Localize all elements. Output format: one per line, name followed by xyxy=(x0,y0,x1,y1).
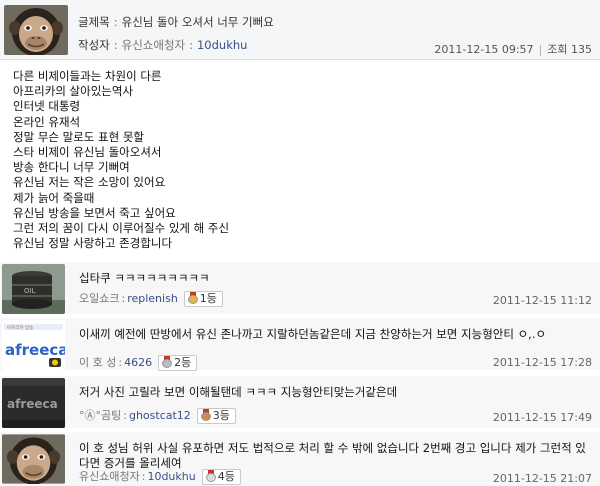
comment-text: 이새끼 예전에 딴방에서 유신 존나까고 지랄하던놈같은데 지금 찬양하는거 보… xyxy=(79,327,547,341)
post-author-line: 작성자: 유신쇼애청자:10dukhu xyxy=(78,37,247,53)
commenter-nick[interactable]: °Ⓐ°곰팅 xyxy=(79,409,121,422)
body-line: 그런 저의 꿈이 다시 이루어질수 있게 해 주신 xyxy=(13,221,230,236)
comment-text: 십타쿠 ㅋㅋㅋㅋㅋㅋㅋㅋㅋ xyxy=(79,271,210,285)
author-separator: : xyxy=(121,292,126,305)
author-separator: : xyxy=(118,356,123,369)
comment-author: 유신쇼애청자:10dukhu 4등 xyxy=(79,468,241,485)
comment-item: 아프리카 방송 afreeca 이새끼 예전에 딴방에서 유신 존나까고 지랄하… xyxy=(0,318,600,371)
comment-date: 2011-12-15 17:28 xyxy=(492,356,592,369)
chimp-avatar-icon xyxy=(2,434,65,484)
commenter-id[interactable]: 10dukhu xyxy=(147,470,195,483)
author-id[interactable]: 10dukhu xyxy=(197,38,247,52)
body-line: 제가 늙어 죽을때 xyxy=(13,190,95,205)
commenter-avatar[interactable] xyxy=(2,434,65,484)
post-body: 다른 비제이들과는 차원이 다른 아프리카의 살아있는역사 인터넷 대통령 온라… xyxy=(13,69,573,251)
commenter-avatar[interactable]: OIL xyxy=(2,264,65,314)
body-line: 유신님 방송을 보면서 죽고 싶어요 xyxy=(13,205,176,220)
commenter-avatar[interactable]: afreeca xyxy=(2,378,65,428)
title-colon: : xyxy=(113,15,118,29)
post-header: 글제목: 유신님 돌아 오셔서 너무 기뻐요 작성자: 유신쇼애청자:10dukhu… xyxy=(0,0,600,60)
author-separator: : xyxy=(189,38,193,52)
body-line: 유신님 정말 사랑하고 존경합니다 xyxy=(13,236,173,251)
comment-item: afreeca 저거 사진 고릴라 보면 이해될탠데 ㅋㅋㅋ 지능형안티맞는거같… xyxy=(0,376,600,428)
comment-date: 2011-12-15 21:07 xyxy=(492,472,592,485)
commenter-nick[interactable]: 이 호 성 xyxy=(79,356,116,369)
body-line: 유신님 저는 작은 소망이 있어요 xyxy=(13,175,166,190)
author-separator: : xyxy=(141,470,146,483)
post-date-line: 2011-12-15 09:57 | 조회 135 xyxy=(434,41,592,57)
rank-badge: 4등 xyxy=(201,469,241,485)
svg-text:afreeca: afreeca xyxy=(5,341,65,359)
author-nick[interactable]: 유신쇼애청자 xyxy=(122,38,185,52)
rank-badge: 3등 xyxy=(196,408,236,424)
comment-date: 2011-12-15 11:12 xyxy=(492,294,592,307)
comment-text: 이 호 성님 허위 사실 유포하면 저도 법적으로 처리 할 수 밖에 없습니다… xyxy=(79,441,586,470)
date-divider: | xyxy=(538,43,543,56)
rank-badge: 1등 xyxy=(183,291,223,307)
body-line: 방송 한다니 너무 기뻐여 xyxy=(13,160,130,175)
commenter-nick[interactable]: 오일쇼크 xyxy=(79,292,119,305)
views-count: 135 xyxy=(571,43,592,56)
title-label: 글제목 xyxy=(78,15,110,29)
afreeca-logo-icon: 아프리카 방송 afreeca xyxy=(2,320,65,370)
body-line: 다른 비제이들과는 차원이 다른 xyxy=(13,69,162,83)
author-label: 작성자 xyxy=(78,38,110,52)
body-line: 온라인 유재석 xyxy=(13,114,81,129)
commenter-id[interactable]: 4626 xyxy=(124,356,152,369)
body-line: 아프리카의 살아있는역사 xyxy=(13,84,134,99)
medal-icon xyxy=(200,409,211,421)
rank-label: 4등 xyxy=(217,470,235,483)
afreeca-dark-icon: afreeca xyxy=(2,378,65,428)
rank-badge: 2등 xyxy=(158,355,198,371)
author-avatar[interactable] xyxy=(4,5,68,55)
rank-label: 2등 xyxy=(174,356,192,369)
comment-text: 저거 사진 고릴라 보면 이해될탠데 ㅋㅋㅋ 지능형안티맞는거같은데 xyxy=(79,385,398,399)
body-line: 스타 비제이 유신님 돌아오셔서 xyxy=(13,145,162,160)
body-line: 인터넷 대통령 xyxy=(13,99,81,114)
views-label: 조회 xyxy=(547,43,568,56)
body-line: 정말 무슨 말로도 표현 못할 xyxy=(13,129,145,144)
rank-label: 3등 xyxy=(212,409,230,422)
post-title-line: 글제목: 유신님 돌아 오셔서 너무 기뻐요 xyxy=(78,14,274,30)
author-colon: : xyxy=(113,38,118,52)
commenter-id[interactable]: replenish xyxy=(127,292,178,305)
medal-icon xyxy=(187,292,198,304)
medal-icon xyxy=(205,470,216,482)
post-date: 2011-12-15 09:57 xyxy=(434,43,534,56)
commenter-avatar[interactable]: 아프리카 방송 afreeca xyxy=(2,320,65,370)
svg-text:OIL: OIL xyxy=(24,287,36,295)
author-separator: : xyxy=(123,409,127,422)
comment-author: °Ⓐ°곰팅: ghostcat12 3등 xyxy=(79,407,236,424)
comment-author: 이 호 성:4626 2등 xyxy=(79,354,198,371)
comment-item: OIL 십타쿠 ㅋㅋㅋㅋㅋㅋㅋㅋㅋ 오일쇼크: replenish 1등 2011-… xyxy=(0,262,600,314)
rank-label: 1등 xyxy=(199,292,217,305)
commenter-id[interactable]: ghostcat12 xyxy=(129,409,191,422)
post-title: 유신님 돌아 오셔서 너무 기뻐요 xyxy=(121,15,274,29)
svg-text:afreeca: afreeca xyxy=(7,397,58,411)
commenter-nick[interactable]: 유신쇼애청자 xyxy=(79,470,140,483)
oil-barrel-icon: OIL xyxy=(2,264,65,314)
comment-item: 이 호 성님 허위 사실 유포하면 저도 법적으로 처리 할 수 밖에 없습니다… xyxy=(0,432,600,486)
comment-author: 오일쇼크: replenish 1등 xyxy=(79,290,223,307)
medal-icon xyxy=(162,356,173,368)
svg-text:아프리카 방송: 아프리카 방송 xyxy=(7,324,33,331)
comment-date: 2011-12-15 17:49 xyxy=(492,411,592,424)
chimp-avatar-icon xyxy=(4,5,68,55)
